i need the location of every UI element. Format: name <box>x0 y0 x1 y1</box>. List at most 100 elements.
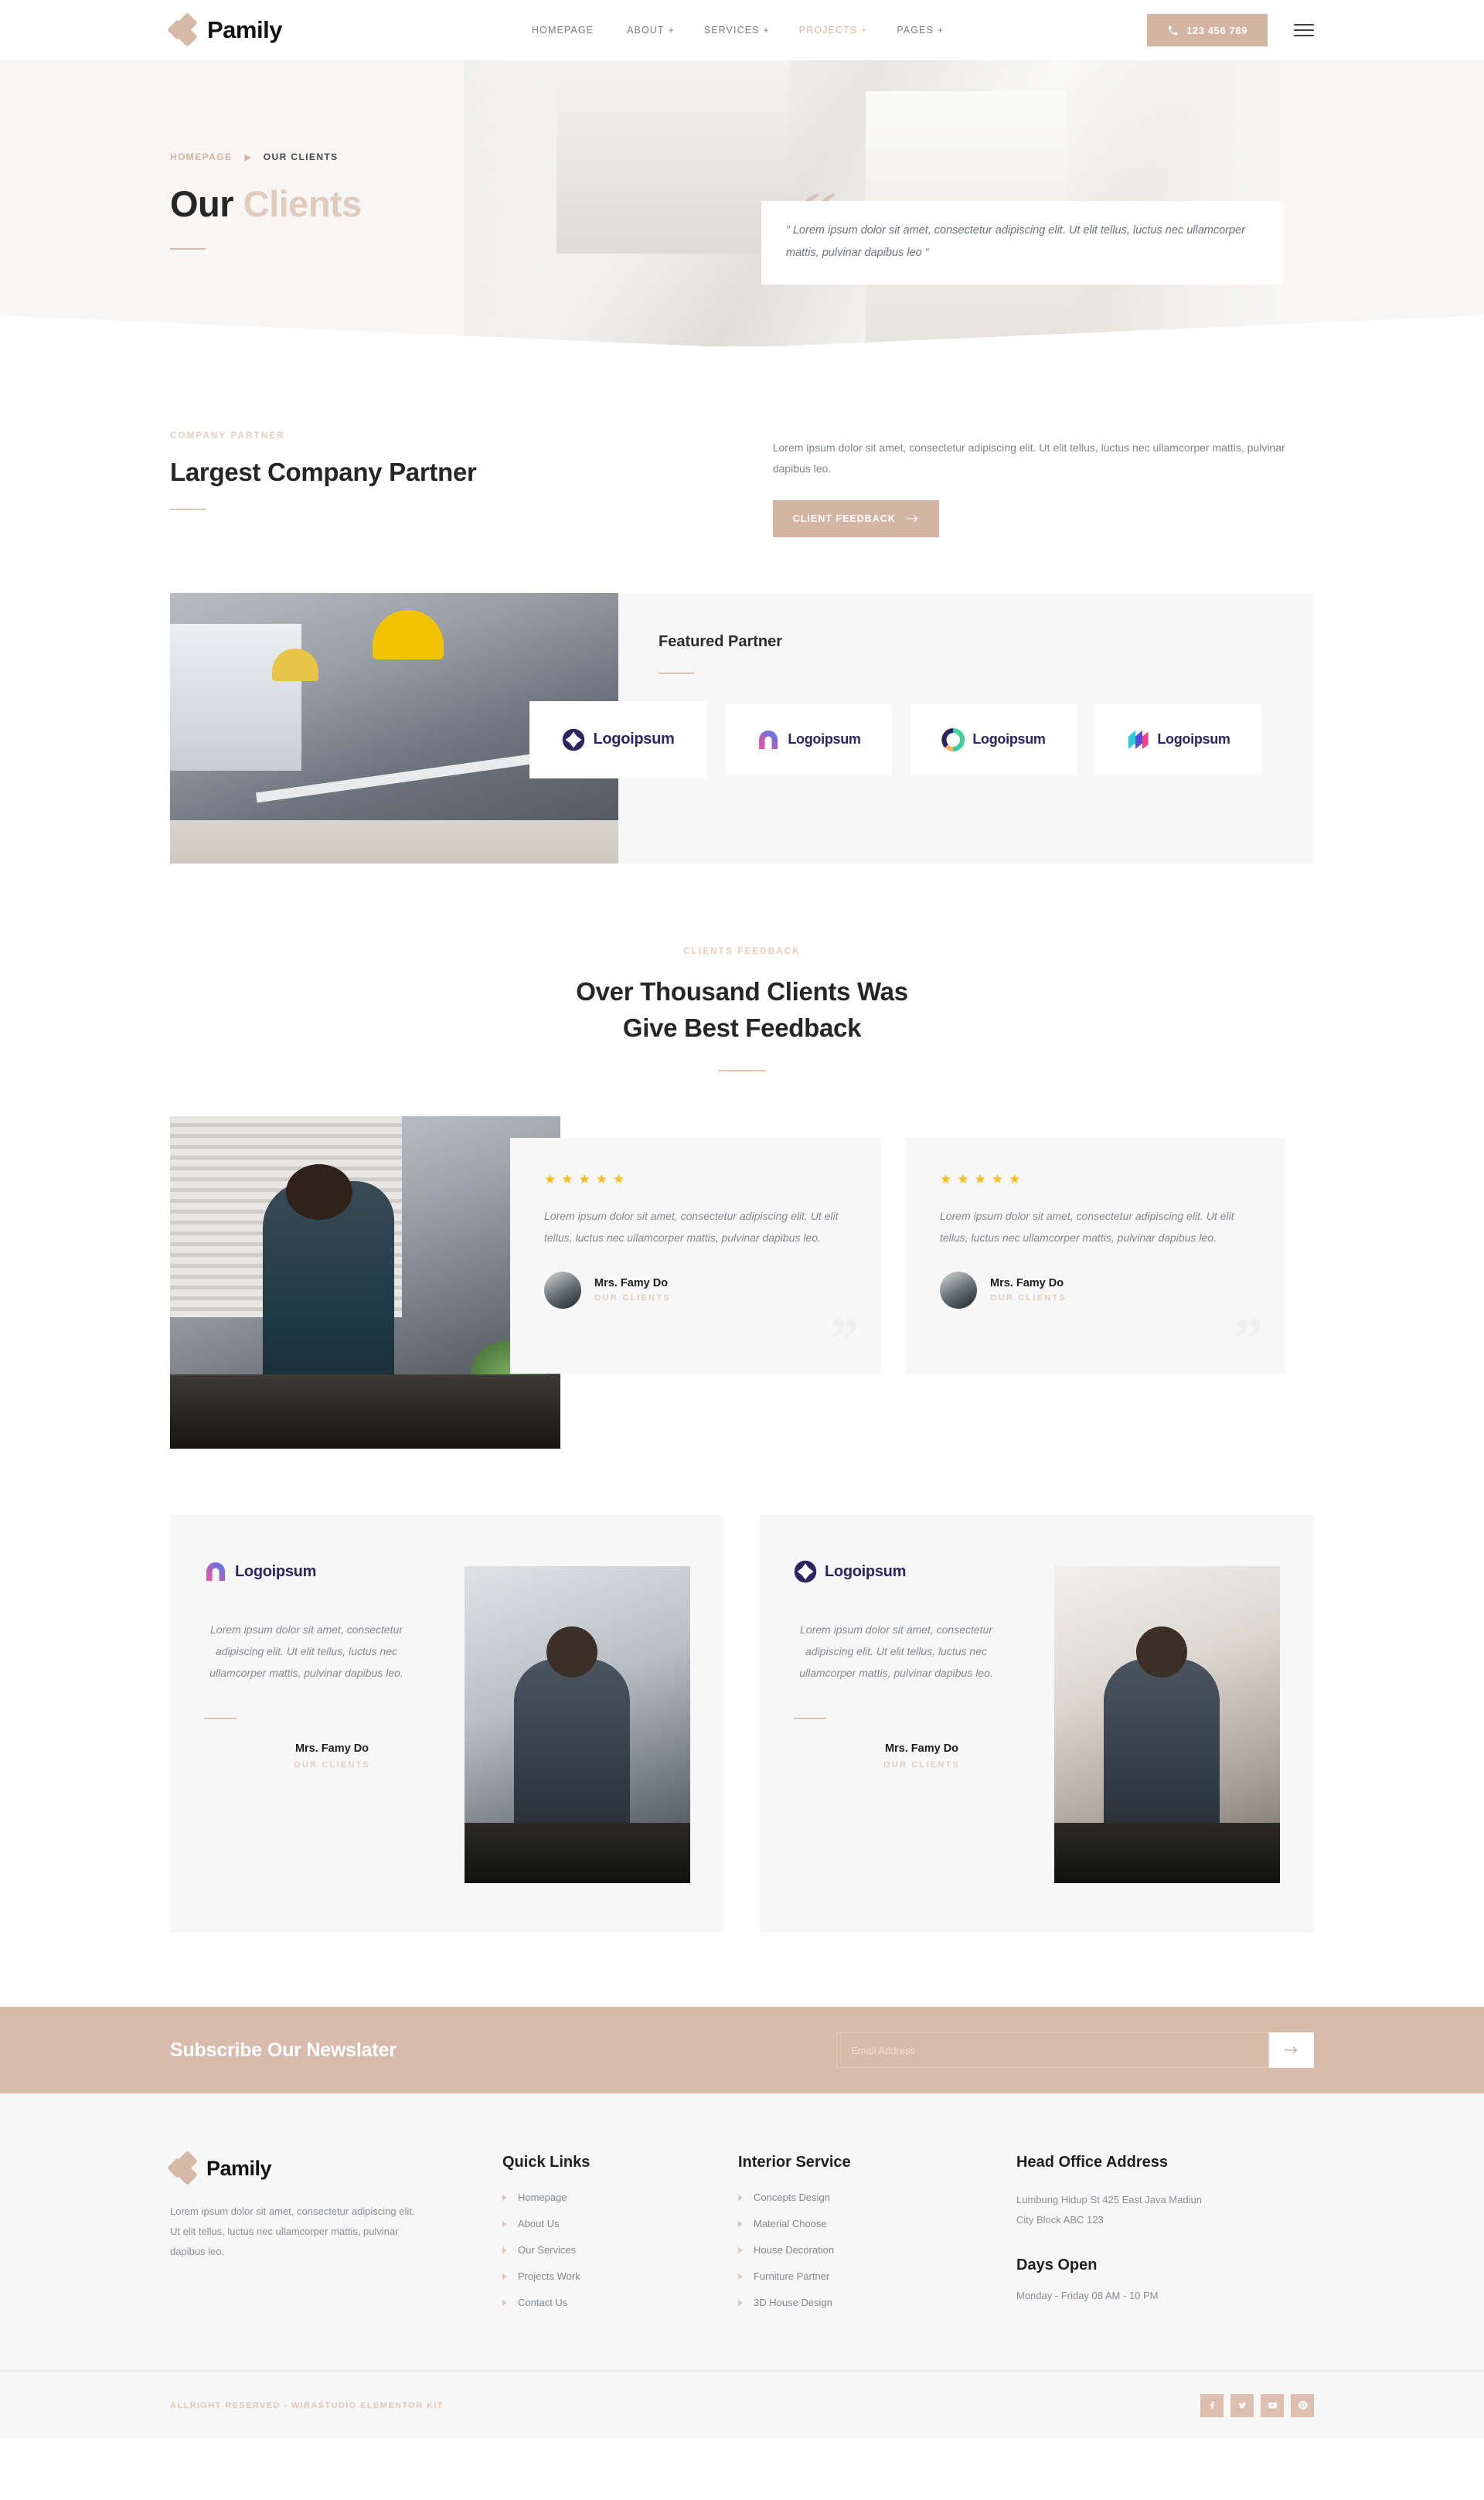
star-icon: ★ <box>957 1172 969 1187</box>
address-line-2: City Block ABC 123 <box>1016 2214 1104 2226</box>
chevron-plus-icon: + <box>937 25 945 36</box>
featured-partner-band: Featured Partner Logoipsum Logoipsum Log… <box>170 592 1314 863</box>
footer-link-homepage[interactable]: Homepage <box>502 2192 738 2203</box>
chevron-plus-icon: + <box>668 25 675 36</box>
nav-item-pages[interactable]: PAGES + <box>897 25 944 36</box>
logo-arch-icon <box>759 730 778 749</box>
footer-services-column: Interior Service Concepts Design Materia… <box>738 2154 1016 2323</box>
nav-label: PROJECTS <box>798 25 858 36</box>
nav-item-services[interactable]: SERVICES + <box>704 25 770 36</box>
logo-slashes-icon <box>1128 730 1149 749</box>
footer-service-3d-house-design[interactable]: 3D House Design <box>738 2297 1016 2308</box>
testimonial-role: OUR CLIENTS <box>594 1293 671 1303</box>
footer-link-label: Projects Work <box>518 2270 580 2283</box>
avatar <box>940 1271 977 1309</box>
feedback-underline <box>718 1070 766 1072</box>
pinterest-button[interactable] <box>1291 2393 1314 2417</box>
footer-brand-name: Pamily <box>206 2156 272 2180</box>
site-logo[interactable]: Pamily <box>167 12 282 47</box>
nav-label: HOMEPAGE <box>532 25 594 36</box>
nav-item-projects[interactable]: PROJECTS + <box>799 25 868 36</box>
footer-logo[interactable]: Pamily <box>167 2151 502 2186</box>
arrow-right-icon <box>1285 2045 1298 2054</box>
nav-item-homepage[interactable]: HOMEPAGE <box>532 25 597 36</box>
days-open-value: Monday - Friday 08 AM - 10 PM <box>1016 2290 1159 2302</box>
social-links <box>1200 2393 1314 2417</box>
interior-service-title: Interior Service <box>738 2154 851 2171</box>
rating-stars: ★ ★ ★ ★ ★ <box>940 1172 1251 1187</box>
caret-right-icon <box>738 2299 743 2306</box>
caret-right-icon <box>502 2246 507 2253</box>
client-logo-card: Logoipsum Lorem ipsum dolor sit amet, co… <box>760 1515 1314 1933</box>
hamburger-icon[interactable] <box>1294 20 1314 40</box>
footer-link-label: About Us <box>518 2218 560 2230</box>
caret-right-icon <box>738 2273 743 2280</box>
featured-partner-underline <box>659 672 694 674</box>
title-underline <box>170 248 206 250</box>
footer-quick-links-column: Quick Links Homepage About Us Our Servic… <box>502 2154 738 2323</box>
client-card-role: OUR CLIENTS <box>294 1760 370 1770</box>
newsletter-submit-button[interactable] <box>1269 2032 1314 2069</box>
pamily-diamond-icon <box>167 2151 198 2186</box>
client-card-text: Lorem ipsum dolor sit amet, consectetur … <box>799 1623 993 1680</box>
partner-paragraph: Lorem ipsum dolor sit amet, consectetur … <box>772 441 1285 475</box>
newsletter-section: Subscribe Our Newslater <box>0 2007 1484 2094</box>
client-card-logo: Logoipsum <box>204 1560 460 1583</box>
footer-link-about-us[interactable]: About Us <box>502 2218 738 2229</box>
testimonial-author: Mrs. Famy Do <box>990 1277 1064 1290</box>
days-open-title: Days Open <box>1016 2256 1098 2274</box>
breadcrumb-home-link[interactable]: HOMEPAGE <box>170 152 232 162</box>
breadcrumb: HOMEPAGE ▶ OUR CLIENTS <box>170 152 1314 162</box>
footer-service-concepts-design[interactable]: Concepts Design <box>738 2192 1016 2203</box>
page-title-part1: Our <box>170 183 243 224</box>
footer-service-furniture-partner[interactable]: Furniture Partner <box>738 2270 1016 2282</box>
caret-right-icon <box>502 2299 507 2306</box>
partner-logo-card[interactable]: Logoipsum <box>529 700 707 778</box>
address-line-1: Lumbung Hidup St 425 East Java Madiun <box>1016 2194 1202 2206</box>
nav-label: ABOUT <box>627 25 665 36</box>
footer-link-our-services[interactable]: Our Services <box>502 2244 738 2256</box>
client-card-logo-name: Logoipsum <box>825 1562 907 1580</box>
hero-quote-text: ” Lorem ipsum dolor sit amet, consectetu… <box>786 224 1245 259</box>
client-card-logo-name: Logoipsum <box>235 1562 317 1580</box>
caret-right-icon <box>502 2273 507 2280</box>
partner-logo-card[interactable]: Logoipsum <box>910 703 1077 775</box>
page-root: Pamily HOMEPAGE ABOUT + SERVICES + PROJE… <box>0 0 1484 2440</box>
chevron-plus-icon: + <box>861 25 868 36</box>
footer-address-column: Head Office Address Lumbung Hidup St 425… <box>1016 2154 1314 2323</box>
caret-right-icon <box>738 2246 743 2253</box>
client-card-author: Mrs. Famy Do <box>294 1742 369 1756</box>
partner-logo-card[interactable]: Logoipsum <box>726 703 892 775</box>
email-input[interactable] <box>836 2032 1269 2069</box>
feedback-heading-line2: Give Best Feedback <box>622 1013 862 1043</box>
phone-number: 123 456 789 <box>1186 24 1247 36</box>
facebook-button[interactable] <box>1200 2393 1224 2417</box>
footer-link-contact-us[interactable]: Contact Us <box>502 2297 738 2308</box>
partner-logo-card[interactable]: Logoipsum <box>1095 703 1261 775</box>
partner-logo-name: Logoipsum <box>788 731 861 748</box>
footer-service-label: House Decoration <box>754 2244 835 2256</box>
footer-service-house-decoration[interactable]: House Decoration <box>738 2244 1016 2256</box>
footer-link-projects-work[interactable]: Projects Work <box>502 2270 738 2282</box>
logo-arch-icon <box>206 1562 225 1582</box>
footer-service-material-choose[interactable]: Material Choose <box>738 2218 1016 2229</box>
star-icon: ★ <box>544 1172 556 1187</box>
testimonial-photo <box>170 1116 560 1449</box>
phone-button[interactable]: 123 456 789 <box>1147 14 1268 46</box>
chevron-plus-icon: + <box>763 25 770 36</box>
caret-right-icon <box>502 2220 507 2227</box>
breadcrumb-current: OUR CLIENTS <box>263 152 339 162</box>
quick-links-title: Quick Links <box>502 2154 591 2171</box>
nav-item-about[interactable]: ABOUT + <box>627 25 675 36</box>
footer-brand-column: Pamily Lorem ipsum dolor sit amet, conse… <box>167 2151 502 2323</box>
caret-right-icon <box>738 2220 743 2227</box>
footer-description: Lorem ipsum dolor sit amet, consectetur … <box>170 2205 415 2258</box>
client-card-logo: Logoipsum <box>794 1560 1050 1583</box>
star-icon: ★ <box>974 1172 986 1187</box>
footer-link-label: Contact Us <box>518 2297 568 2309</box>
client-feedback-label: CLIENT FEEDBACK <box>792 513 896 524</box>
youtube-button[interactable] <box>1261 2393 1284 2417</box>
client-feedback-button[interactable]: CLIENT FEEDBACK <box>772 499 939 537</box>
client-card-divider <box>794 1718 826 1720</box>
twitter-button[interactable] <box>1230 2393 1254 2417</box>
